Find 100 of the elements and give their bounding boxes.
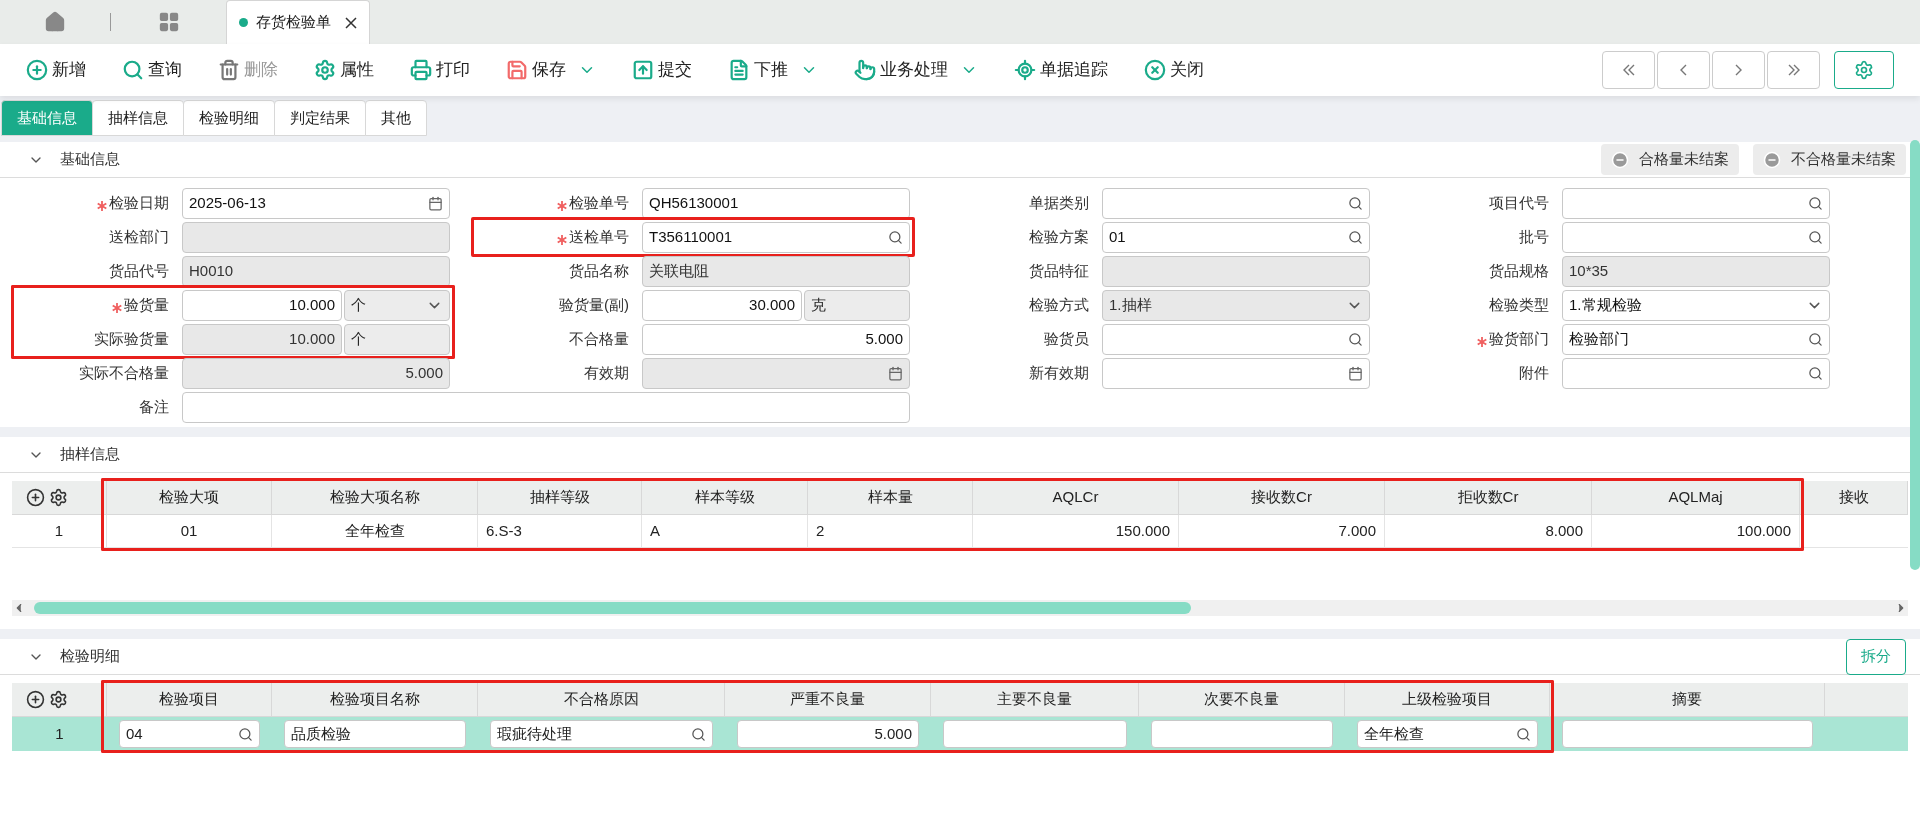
search-icon[interactable] [1808,229,1823,245]
search-icon[interactable] [1808,331,1823,347]
settings-icon[interactable] [49,690,68,709]
toolbar-button[interactable]: 下推 [728,52,818,88]
input-field[interactable]: 10.000 [182,323,342,355]
column-header: 检验项目 [107,683,272,716]
section-tab[interactable]: 抽样信息 [92,100,184,136]
required-icon [97,200,107,211]
toolbar-button[interactable]: 查询 [122,52,182,88]
input-field[interactable]: 5.000 [182,357,450,389]
input-field[interactable]: 01 [1102,221,1370,253]
column-header: 主要不良量 [931,683,1139,716]
field-label: 检验单号 [569,192,629,213]
input-field[interactable]: 全年检查 [1357,720,1538,748]
settings-icon[interactable] [49,488,68,507]
toolbar-button[interactable]: 打印 [410,52,470,88]
input-field[interactable]: 30.000 [642,289,802,321]
minus-circle-icon [1611,150,1629,169]
grid-icon[interactable] [157,11,180,33]
input-field[interactable]: 瑕疵待处理 [490,720,713,748]
unit-select[interactable]: 个 [344,289,450,321]
column-header: 不合格原因 [478,683,725,716]
horizontal-scrollbar[interactable] [12,600,1908,616]
input-field[interactable]: T356110001 [642,221,910,253]
column-header: 接收 [1800,481,1908,514]
section-tab[interactable]: 判定结果 [274,100,366,136]
toolbar-button[interactable]: 单据追踪 [1014,52,1108,88]
required-icon [1477,336,1487,347]
hand-pointer-icon [854,59,876,81]
toolbar-button[interactable]: 关闭 [1144,52,1204,88]
required-icon [112,302,122,313]
input-field[interactable]: QH56130001 [642,187,910,219]
next-icon [1735,64,1742,76]
input-field[interactable] [642,357,910,389]
field-label: 验货部门 [1489,328,1549,349]
search-icon[interactable] [1348,229,1363,245]
input-field[interactable] [1562,221,1830,253]
input-field[interactable] [182,221,450,253]
toolbar-button[interactable]: 提交 [632,52,692,88]
status-button[interactable]: 合格量未结案 [1601,144,1739,175]
input-field[interactable] [1562,720,1813,748]
input-field[interactable]: 2025-06-13 [182,187,450,219]
input-field[interactable]: 5.000 [737,720,919,748]
scrollbar-thumb[interactable] [34,602,1191,614]
add-row-icon[interactable] [26,690,45,709]
calendar-icon[interactable] [1348,365,1363,381]
field-label: 实际验货量 [94,328,169,349]
status-button[interactable]: 不合格量未结案 [1753,144,1906,175]
input-field[interactable]: H0010 [182,255,450,287]
search-icon[interactable] [1516,726,1531,742]
input-field[interactable] [1102,357,1370,389]
table-cell: 全年检查 [272,515,478,547]
input-field[interactable] [943,720,1127,748]
column-header: 样本量 [808,481,973,514]
input-field[interactable] [1102,323,1370,355]
select-field[interactable]: 1.抽样 [1102,289,1370,321]
close-icon[interactable] [345,16,357,29]
input-field[interactable] [1562,357,1830,389]
input-field[interactable]: 5.000 [642,323,910,355]
search-icon[interactable] [1808,365,1823,381]
table-cell: A [642,515,808,547]
toolbar-button[interactable]: 业务处理 [854,52,978,88]
toolbar-button[interactable]: 新增 [26,52,86,88]
search-icon[interactable] [1808,195,1823,211]
home-icon[interactable] [44,11,66,33]
input-field[interactable]: 10.000 [182,289,342,321]
search-icon[interactable] [238,726,253,742]
calendar-icon[interactable] [428,195,443,211]
search-icon[interactable] [1348,195,1363,211]
toolbar-button[interactable]: 属性 [314,52,374,88]
vertical-scrollbar[interactable] [1910,140,1920,570]
minus-circle-icon [1763,150,1781,169]
settings-button[interactable] [1834,51,1894,89]
input-field[interactable] [1562,187,1830,219]
close-icon [1144,59,1166,81]
input-field[interactable] [182,391,910,423]
search-icon[interactable] [888,229,903,245]
input-field[interactable] [1151,720,1333,748]
input-field[interactable] [1102,187,1370,219]
column-header: 摘要 [1550,683,1825,716]
column-header: 检验大项 [107,481,272,514]
toolbar-button[interactable]: 保存 [506,52,596,88]
input-field[interactable]: 品质检验 [284,720,466,748]
field-label: 不合格量 [569,328,629,349]
column-header: 上级检验项目 [1345,683,1550,716]
input-field[interactable]: 10*35 [1562,255,1830,287]
input-field[interactable]: 关联电阻 [642,255,910,287]
input-field[interactable]: 04 [119,720,260,748]
calendar-icon[interactable] [888,365,903,381]
input-field[interactable]: 检验部门 [1562,323,1830,355]
select-field[interactable]: 1.常规检验 [1562,289,1830,321]
column-header: AQLCr [973,481,1179,514]
search-icon[interactable] [1348,331,1363,347]
input-field[interactable] [1102,255,1370,287]
add-row-icon[interactable] [26,488,45,507]
column-header: AQLMaj [1592,481,1800,514]
search-icon[interactable] [691,726,706,742]
section-tab[interactable]: 检验明细 [183,100,275,136]
document-tab[interactable]: 存货检验单 [226,0,370,44]
section-tab[interactable]: 其他 [365,100,427,136]
